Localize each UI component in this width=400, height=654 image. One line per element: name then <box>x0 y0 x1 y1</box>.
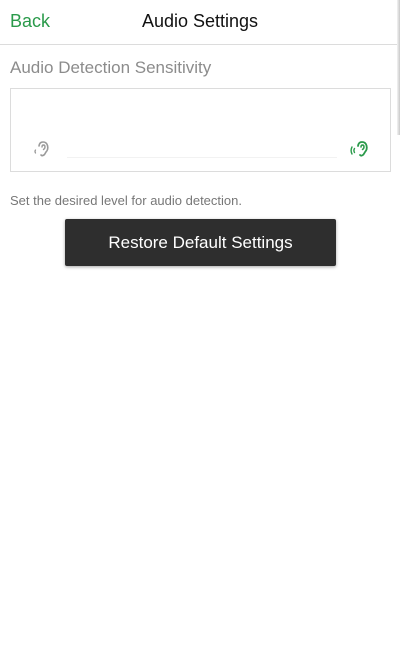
sensitivity-slider-card <box>10 88 391 172</box>
ear-high-sound-icon[interactable] <box>349 136 373 160</box>
audio-settings-screen: Back Audio Settings Audio Detection Sens… <box>0 0 400 654</box>
sensitivity-helper-text: Set the desired level for audio detectio… <box>10 193 242 208</box>
sensitivity-section-label: Audio Detection Sensitivity <box>10 58 212 77</box>
restore-defaults-button[interactable]: Restore Default Settings <box>65 219 336 266</box>
nav-bar: Back Audio Settings <box>0 0 400 45</box>
ear-low-sound-icon[interactable] <box>31 137 55 161</box>
sensitivity-slider-track[interactable] <box>67 157 337 158</box>
page-title: Audio Settings <box>141 11 259 31</box>
